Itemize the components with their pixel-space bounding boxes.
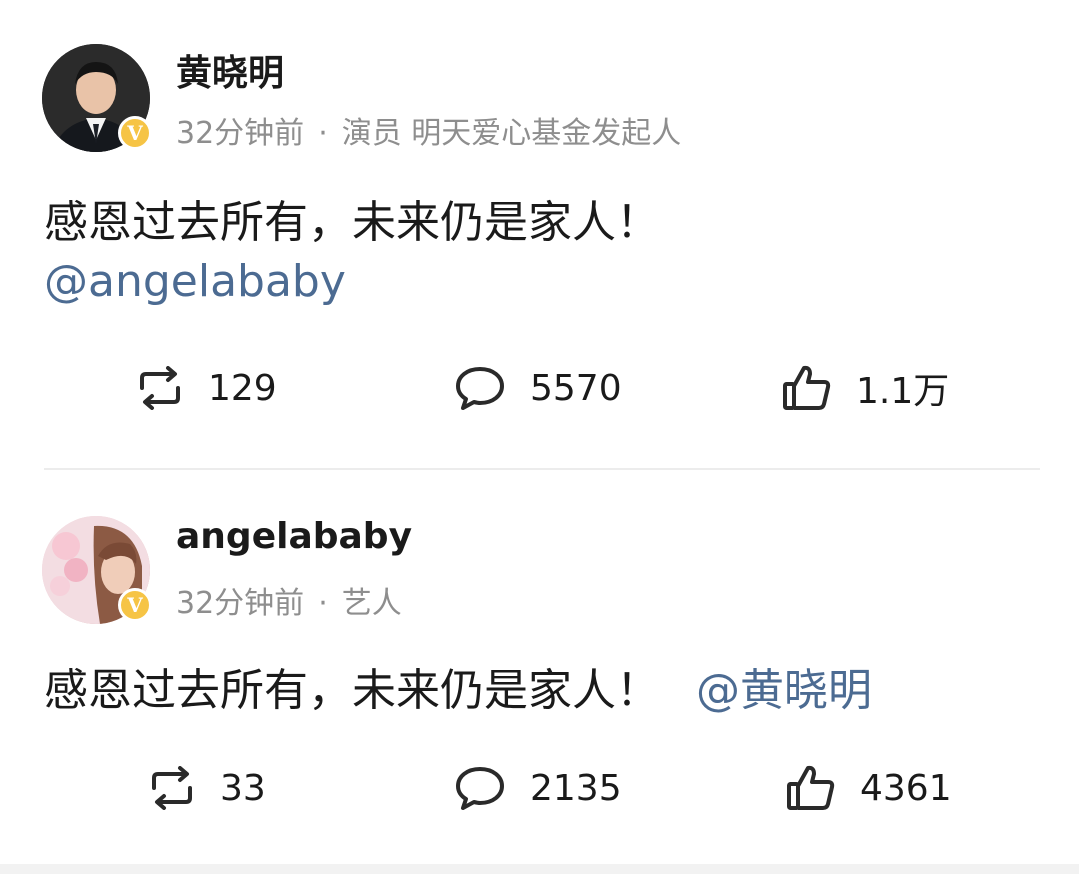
verified-badge-icon: V [118,116,152,150]
post-text: 感恩过去所有，未来仍是家人！ [44,665,660,716]
user-description: 演员 明天爱心基金发起人 [341,116,682,151]
avatar[interactable]: V [42,516,152,624]
action-bar: 129 5570 1.1万 [0,358,1079,418]
username[interactable]: angelababy [176,516,412,557]
like-count: 4361 [860,767,952,809]
post-text-row: 感恩过去所有，未来仍是家人！ @黄晓明 [44,654,872,718]
comment-count: 2135 [530,767,622,809]
like-icon [787,765,835,810]
repost-icon [140,366,180,410]
post-meta: 32分钟前 · 艺人 [176,578,402,622]
like-button[interactable]: 1.1万 [782,358,949,418]
meta-separator: · [318,586,328,621]
comment-button[interactable]: 5570 [454,358,622,418]
meta-separator: · [318,116,328,151]
like-button[interactable]: 4361 [786,758,952,818]
repost-button[interactable]: 129 [136,358,277,418]
comment-icon [456,367,504,410]
repost-icon [152,766,192,810]
repost-button[interactable]: 33 [148,758,266,818]
mention-link[interactable]: @angelababy [44,256,346,307]
like-icon [783,365,831,410]
post-card[interactable]: V 黄晓明 32分钟前 · 演员 明天爱心基金发起人 感恩过去所有，未来仍是家人！ … [0,0,1079,468]
username[interactable]: 黄晓明 [176,44,284,96]
comment-icon [456,767,504,810]
comment-count: 5570 [530,367,622,409]
action-bar: 33 2135 4361 [0,758,1079,818]
post-meta: 32分钟前 · 演员 明天爱心基金发起人 [176,108,681,152]
repost-count: 129 [208,367,277,409]
repost-count: 33 [220,767,266,809]
post-time: 32分钟前 [176,116,305,151]
bottom-divider [0,864,1079,874]
like-count: 1.1万 [856,371,950,412]
verified-badge-icon: V [118,588,152,622]
mention-link[interactable]: @黄晓明 [696,665,872,716]
post-text: 感恩过去所有，未来仍是家人！ [44,197,660,248]
post-time: 32分钟前 [176,586,305,621]
comment-button[interactable]: 2135 [454,758,622,818]
user-description: 艺人 [341,586,402,621]
avatar[interactable]: V [42,44,152,152]
